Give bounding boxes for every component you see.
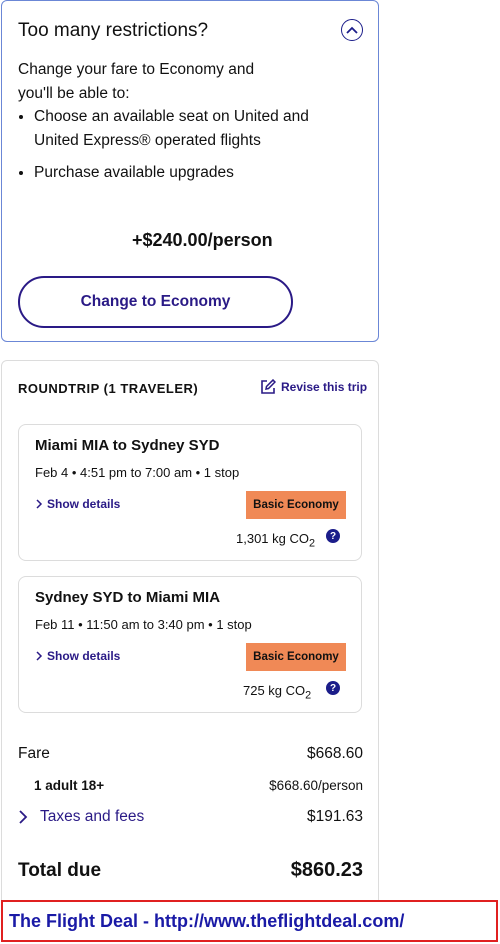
- fare-class-badge: Basic Economy: [246, 491, 346, 519]
- taxes-label: Taxes and fees: [40, 808, 145, 825]
- flight-route: Sydney SYD to Miami MIA: [35, 589, 221, 606]
- chevron-right-icon: [19, 810, 28, 824]
- taxes-value: $191.63: [306, 808, 363, 825]
- flight-times: Feb 11 • 11:50 am to 3:40 pm • 1 stop: [35, 617, 252, 632]
- co2-value: 725 kg CO: [243, 683, 306, 698]
- flight-segment-outbound: Miami MIA to Sydney SYD Feb 4 • 4:51 pm …: [18, 424, 362, 561]
- show-details-link[interactable]: Show details: [35, 497, 120, 511]
- revise-trip-link[interactable]: Revise this trip: [260, 379, 367, 395]
- benefit-item: Purchase available upgrades: [34, 161, 309, 185]
- upsell-intro: Change your fare to Economy and you'll b…: [18, 61, 255, 102]
- trip-summary-card: ROUNDTRIP (1 TRAVELER) Revise this trip …: [1, 360, 379, 920]
- fare-label: Fare: [18, 745, 50, 762]
- flight-segment-return: Sydney SYD to Miami MIA Feb 11 • 11:50 a…: [18, 576, 362, 713]
- taxes-toggle[interactable]: Taxes and fees: [18, 808, 144, 826]
- chevron-right-icon: [36, 499, 43, 509]
- fare-class-badge: Basic Economy: [246, 643, 346, 671]
- chevron-right-icon: [36, 651, 43, 661]
- co2-subscript: 2: [305, 689, 312, 702]
- adult-fare-row: 1 adult 18+ $668.60/person: [18, 778, 363, 793]
- flight-route: Miami MIA to Sydney SYD: [35, 437, 220, 454]
- upsell-title: Too many restrictions?: [18, 20, 209, 41]
- adult-value: $668.60/person: [269, 778, 363, 793]
- watermark-footer: The Flight Deal - http://www.theflightde…: [1, 900, 498, 942]
- revise-trip-label: Revise this trip: [281, 380, 368, 394]
- help-icon[interactable]: ?: [326, 529, 340, 543]
- co2-emissions: 725 kg CO2: [243, 683, 311, 702]
- show-details-label: Show details: [47, 649, 121, 663]
- co2-value: 1,301 kg CO: [236, 531, 309, 546]
- trip-header: ROUNDTRIP (1 TRAVELER): [18, 381, 199, 396]
- collapse-button[interactable]: [341, 19, 363, 41]
- upsell-price: +$240.00/person: [132, 230, 273, 250]
- upsell-benefits-list: Choose an available seat on United and U…: [18, 105, 309, 193]
- fare-upsell-card: Too many restrictions? Change your fare …: [1, 0, 379, 342]
- benefit-item: Choose an available seat on United and U…: [34, 105, 309, 153]
- help-icon[interactable]: ?: [326, 681, 340, 695]
- total-value: $860.23: [290, 859, 363, 881]
- fare-row: Fare $668.60: [18, 745, 363, 763]
- total-label: Total due: [18, 859, 102, 881]
- total-row: Total due $860.23: [18, 859, 363, 882]
- change-to-economy-button[interactable]: Change to Economy: [18, 276, 293, 328]
- edit-icon: [261, 379, 276, 394]
- adult-label: 1 adult 18+: [34, 778, 105, 793]
- fare-value: $668.60: [306, 745, 363, 762]
- co2-emissions: 1,301 kg CO2: [236, 531, 315, 550]
- taxes-row: Taxes and fees $191.63: [18, 808, 363, 826]
- show-details-link[interactable]: Show details: [35, 649, 120, 663]
- co2-subscript: 2: [309, 537, 316, 550]
- flight-times: Feb 4 • 4:51 pm to 7:00 am • 1 stop: [35, 465, 240, 480]
- show-details-label: Show details: [47, 497, 121, 511]
- chevron-up-icon: [346, 26, 358, 34]
